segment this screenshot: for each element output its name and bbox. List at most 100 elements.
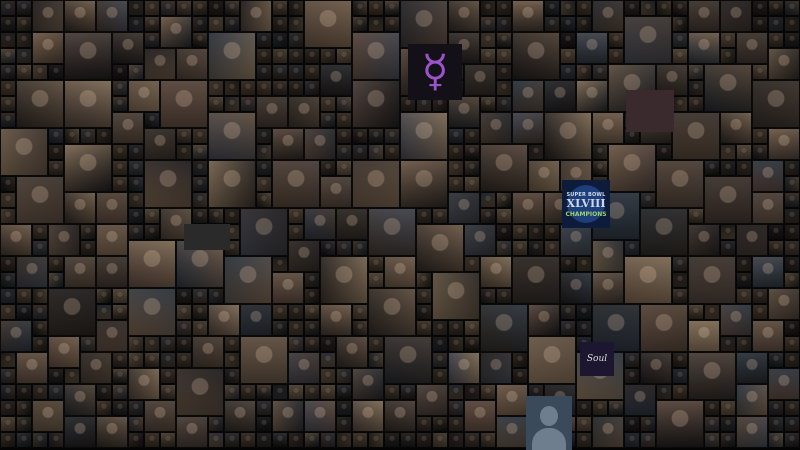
photo-tile — [272, 384, 288, 400]
photo-tile — [576, 0, 592, 16]
photo-tile — [16, 0, 32, 16]
photo-tile — [624, 240, 640, 256]
photo-tile — [272, 32, 288, 48]
photo-tile — [320, 256, 368, 304]
photo-tile — [256, 176, 272, 192]
photo-tile — [256, 144, 272, 160]
photo-tile — [144, 160, 192, 208]
photo-tile — [288, 240, 320, 272]
photo-tile — [224, 0, 240, 16]
photo-tile — [256, 96, 288, 128]
photo-tile — [304, 48, 320, 64]
photo-tile — [320, 240, 336, 256]
photo-tile — [480, 288, 496, 304]
photo-tile — [64, 32, 112, 80]
photo-tile — [192, 208, 208, 224]
photo-tile — [32, 432, 48, 448]
photo-tile — [416, 224, 464, 272]
photo-tile — [128, 288, 176, 336]
photo-tile — [512, 224, 528, 240]
photo-tile — [768, 240, 784, 256]
photo-tile — [288, 224, 304, 240]
photo-tile — [576, 304, 592, 320]
photo-tile — [672, 256, 688, 272]
photo-tile — [128, 368, 160, 400]
photo-tile — [192, 288, 208, 304]
photo-tile — [576, 320, 592, 336]
photo-tile — [336, 368, 352, 384]
photo-tile — [704, 416, 720, 432]
photo-tile — [224, 256, 272, 304]
photo-tile — [48, 432, 64, 448]
photo-tile — [16, 304, 32, 320]
photo-tile — [128, 416, 144, 432]
photo-tile — [176, 48, 208, 80]
photo-tile — [672, 288, 688, 304]
photo-tile — [608, 48, 624, 64]
photo-tile — [128, 336, 144, 352]
photo-tile — [784, 176, 800, 192]
photo-tile — [16, 256, 48, 288]
photo-tile — [304, 80, 320, 96]
photo-tile — [208, 80, 224, 96]
photo-tile — [128, 240, 176, 288]
photo-tile — [448, 144, 464, 160]
photo-tile — [48, 368, 64, 384]
photo-tile — [464, 256, 480, 272]
photo-tile — [576, 416, 592, 432]
photo-tile — [64, 80, 112, 128]
photo-tile — [160, 384, 176, 400]
photo-tile — [16, 176, 64, 224]
photo-tile — [240, 208, 288, 256]
photo-tile — [400, 112, 448, 160]
photo-tile — [400, 0, 448, 48]
default-avatar-tile — [526, 396, 572, 450]
photo-tile — [224, 400, 256, 432]
photo-tile — [672, 96, 688, 112]
photo-tile — [448, 160, 464, 176]
photo-tile — [720, 32, 736, 48]
photo-tile — [320, 96, 336, 112]
photo-tile — [160, 0, 176, 16]
photo-tile — [768, 48, 800, 80]
photo-tile — [752, 0, 768, 16]
photo-tile — [320, 112, 336, 128]
photo-tile — [736, 144, 752, 160]
photo-tile — [160, 16, 192, 48]
photo-tile — [560, 16, 576, 32]
photo-tile — [128, 432, 144, 448]
photo-tile — [272, 64, 288, 80]
photo-tile — [272, 256, 288, 272]
photo-tile — [288, 80, 304, 96]
photo-tile — [304, 272, 320, 288]
photo-tile — [352, 304, 368, 320]
photo-tile — [400, 384, 416, 400]
photo-tile — [656, 160, 704, 208]
photo-tile — [96, 384, 112, 400]
photo-tile — [304, 0, 352, 48]
photo-tile — [272, 128, 304, 160]
photo-tile — [416, 384, 448, 416]
photo-tile — [496, 288, 512, 304]
photo-tile — [432, 320, 448, 336]
photo-tile — [256, 192, 272, 208]
photo-tile — [752, 144, 768, 160]
photo-tile — [640, 208, 688, 256]
photo-tile — [272, 272, 304, 304]
photo-tile — [256, 32, 272, 48]
photo-tile — [144, 352, 160, 368]
photo-tile — [384, 144, 400, 160]
photo-tile — [48, 256, 64, 272]
photo-tile — [384, 0, 400, 16]
photo-tile — [0, 432, 16, 448]
photo-tile — [304, 400, 336, 432]
photo-tile — [688, 0, 720, 32]
photo-tile — [64, 144, 112, 192]
photo-tile — [496, 0, 512, 16]
photo-tile — [784, 208, 800, 224]
photo-tile — [16, 416, 32, 432]
photo-tile — [592, 144, 608, 160]
photo-tile — [160, 368, 176, 384]
photo-tile — [496, 16, 512, 32]
photo-tile — [416, 288, 432, 304]
